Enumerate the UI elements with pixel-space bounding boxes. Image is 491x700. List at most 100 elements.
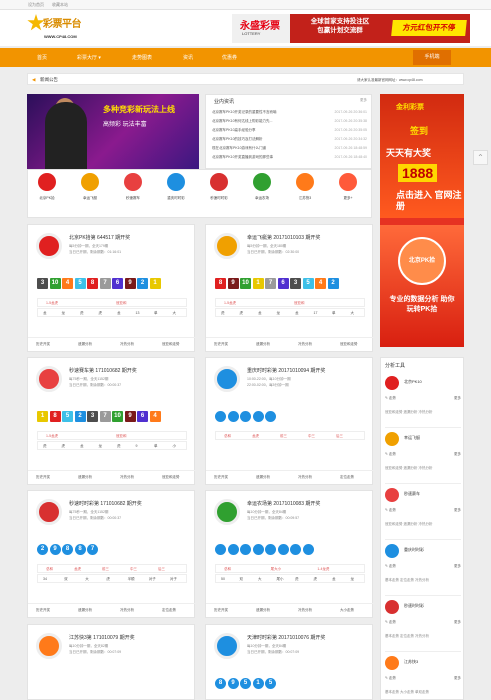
- result-ball: 10: [49, 278, 61, 289]
- top-ad-banner[interactable]: 永盛彩票 LOTTERY 全球首家支持投注区 包赢计划交流群 方元红包开不停: [232, 14, 470, 43]
- nav-news[interactable]: 资讯: [183, 54, 193, 61]
- more-link[interactable]: 更多: [454, 564, 461, 569]
- tool-links[interactable]: 冠亚和走势 遗漏分析 冷热分析: [385, 466, 461, 471]
- tool-item[interactable]: 秒速赛车 ✎ 走势 更多 冠亚和走势 遗漏分析 冷热分析: [385, 484, 461, 540]
- game-schedule: 每10分钟一期，全天82期: [69, 644, 109, 648]
- news-more-link[interactable]: 更多: [360, 98, 367, 103]
- footer-link[interactable]: 历史开奖: [36, 342, 50, 347]
- footer-link[interactable]: 历史开奖: [36, 475, 50, 480]
- footer-link[interactable]: 遗漏分析: [78, 342, 92, 347]
- side-ad[interactable]: 金利彩票 签到 天天有大奖 1888 点击进入 官网注册 北京PK拾 专业的数据…: [380, 94, 464, 347]
- game-title[interactable]: 幸运农场第 20171010083 期开奖: [247, 500, 320, 507]
- footer-link[interactable]: 历史开奖: [214, 608, 228, 613]
- lottery-shortcut[interactable]: 秒速时时彩: [204, 173, 234, 201]
- footer-link[interactable]: 冷热分析: [120, 475, 134, 480]
- tool-item[interactable]: 江苏快3 ✎ 走势 更多 基本走势 大小走势 单双走势: [385, 652, 461, 700]
- news-panel: 业内资讯 更多 北京赛车PK10开奖记录的重要性不言而喻 2017-09-26 2…: [205, 94, 372, 169]
- trend-link[interactable]: ✎ 走势 更多: [385, 564, 461, 569]
- lottery-shortcut[interactable]: 江苏快3: [290, 173, 320, 201]
- footer-link[interactable]: 大小走势: [340, 608, 354, 613]
- nav-coupon[interactable]: 优惠券: [222, 54, 237, 61]
- game-title[interactable]: 北京PK拾第 644517 期开奖: [69, 234, 130, 241]
- lottery-shortcut[interactable]: 更多+: [333, 173, 363, 201]
- footer-link[interactable]: 冷热分析: [298, 342, 312, 347]
- footer-link[interactable]: 遗漏分析: [256, 608, 270, 613]
- footer-link[interactable]: 冷热分析: [298, 475, 312, 480]
- news-item[interactable]: 北京赛车PK10有何达线上购彩能力先... 2017-09-26 20:35:38: [212, 119, 367, 124]
- set-homepage-link[interactable]: 设为首页: [28, 2, 44, 8]
- result-header-row: 总和 龙虎 前三 中三 后三: [37, 564, 187, 573]
- promo-slider[interactable]: 多种竞彩新玩法上线 高频彩 玩法丰富: [27, 94, 199, 169]
- footer-link[interactable]: 遗漏分析: [78, 475, 92, 480]
- result-ball: 5: [265, 678, 276, 689]
- footer-link[interactable]: 冷热分析: [120, 608, 134, 613]
- result-value: 对子: [148, 577, 156, 581]
- footer-link[interactable]: 定位走势: [162, 608, 176, 613]
- tool-item[interactable]: 北京PK10 ✎ 走势 更多 冠亚和走势 遗漏分析 冷热分析: [385, 372, 461, 428]
- footer-link[interactable]: 遗漏分析: [78, 608, 92, 613]
- lottery-icon: [385, 488, 399, 502]
- nav-lottery-hall[interactable]: 彩票大厅 ▾: [77, 54, 101, 61]
- game-title[interactable]: 幸运飞艇第 20171010103 期开奖: [247, 234, 320, 241]
- trend-link[interactable]: ✎ 走势 更多: [385, 620, 461, 625]
- lottery-shortcut[interactable]: 幸运飞艇: [75, 173, 105, 201]
- tool-item[interactable]: 幸运飞艇 ✎ 走势 更多 冠亚和走势 遗漏分析 冷热分析: [385, 428, 461, 484]
- lottery-shortcut[interactable]: 幸运农场: [247, 173, 277, 201]
- news-item[interactable]: 北京赛车PK10开奖直播到游戏的那些事 2017-09-26 18:48:40: [212, 155, 367, 160]
- bookmark-link[interactable]: 收藏本站: [52, 2, 68, 8]
- news-item[interactable]: 北京赛车PK10高手经验分享 2017-09-26 20:35:05: [212, 128, 367, 133]
- more-link[interactable]: 更多: [454, 620, 461, 625]
- pk10-ad[interactable]: 北京PK拾 专业的数据分析 助你玩转PK拾: [380, 225, 464, 347]
- site-logo[interactable]: 彩票平台 WWW.CP48.COM: [27, 13, 97, 45]
- trend-link[interactable]: ✎ 走势 更多: [385, 452, 461, 457]
- result-ball: [252, 544, 264, 555]
- footer-link[interactable]: 历史开奖: [214, 342, 228, 347]
- game-title[interactable]: 天津时时彩第 20171010076 期开奖: [247, 634, 325, 641]
- nav-home[interactable]: 首页: [37, 54, 47, 61]
- more-link[interactable]: 更多: [454, 396, 461, 401]
- notice-text[interactable]: 请大家认准最新官网网址：www.cp48.com: [357, 78, 423, 83]
- more-link[interactable]: 更多: [454, 676, 461, 681]
- footer-link[interactable]: 冠亚和走势: [340, 342, 358, 347]
- trend-link[interactable]: ✎ 走势 更多: [385, 396, 461, 401]
- result-header-row: 1-5龙虎 冠亚和: [37, 431, 187, 440]
- footer-link[interactable]: 冠亚和走势: [162, 475, 180, 480]
- footer-link[interactable]: 定位走势: [340, 475, 354, 480]
- lottery-shortcut[interactable]: 秒速赛车: [118, 173, 148, 201]
- more-link[interactable]: 更多: [454, 452, 461, 457]
- game-footer-links: 历史开奖 遗漏分析 冷热分析 定位走势: [206, 470, 374, 484]
- news-item[interactable]: 北京赛车PK10的技巧及打法解析 2017-09-26 20:34:32: [212, 137, 367, 142]
- footer-link[interactable]: 遗漏分析: [256, 342, 270, 347]
- trend-link[interactable]: ✎ 走势 更多: [385, 676, 461, 681]
- footer-link[interactable]: 遗漏分析: [256, 475, 270, 480]
- game-title[interactable]: 秒速赛车第 171010682 期开奖: [69, 367, 137, 374]
- tool-links[interactable]: 冠亚和走势 遗漏分析 冷热分析: [385, 522, 461, 527]
- tool-item[interactable]: 重庆时时彩 ✎ 走势 更多 基本走势 定位走势 冷热分析: [385, 540, 461, 596]
- lottery-shortcut[interactable]: 重庆时时彩: [161, 173, 191, 201]
- footer-link[interactable]: 历史开奖: [36, 608, 50, 613]
- footer-link[interactable]: 历史开奖: [214, 475, 228, 480]
- tool-item[interactable]: 秒速时时彩 ✎ 走势 更多 基本走势 定位走势 冷热分析: [385, 596, 461, 652]
- game-title[interactable]: 重庆时时彩第 20171010094 期开奖: [247, 367, 325, 374]
- footer-link[interactable]: 冷热分析: [120, 342, 134, 347]
- tool-links[interactable]: 冠亚和走势 遗漏分析 冷热分析: [385, 410, 461, 415]
- footer-link[interactable]: 冠亚和走势: [162, 342, 180, 347]
- tool-links[interactable]: 基本走势 定位走势 冷热分析: [385, 578, 461, 583]
- tool-links[interactable]: 基本走势 定位走势 冷热分析: [385, 634, 461, 639]
- scroll-top-button[interactable]: ⌃: [473, 150, 488, 165]
- nav-mobile[interactable]: 手机端: [413, 50, 451, 65]
- signin-ad[interactable]: 金利彩票 签到 天天有大奖 1888 点击进入 官网注册: [380, 94, 464, 218]
- game-title[interactable]: 江苏快3第 171010079 期开奖: [69, 634, 135, 641]
- footer-link[interactable]: 冷热分析: [298, 608, 312, 613]
- lottery-icon: [36, 366, 62, 392]
- tool-name: 北京PK10: [404, 379, 422, 384]
- nav-trend[interactable]: 走势图表: [132, 54, 152, 61]
- tool-links[interactable]: 基本走势 大小走势 单双走势: [385, 690, 461, 695]
- more-link[interactable]: 更多: [454, 508, 461, 513]
- game-title[interactable]: 秒速时时彩第 171010682 期开奖: [69, 500, 142, 507]
- news-item[interactable]: 现在北京赛车PK10游戏有什么门道 2017-09-26 18:48:59: [212, 146, 367, 151]
- lottery-shortcut[interactable]: 北京PK拾: [32, 173, 62, 201]
- news-item[interactable]: 北京赛车PK10开奖记录的重要性不言而喻 2017-09-26 20:36:01: [212, 110, 367, 115]
- notice-label: 新闻公告: [40, 77, 58, 82]
- trend-link[interactable]: ✎ 走势 更多: [385, 508, 461, 513]
